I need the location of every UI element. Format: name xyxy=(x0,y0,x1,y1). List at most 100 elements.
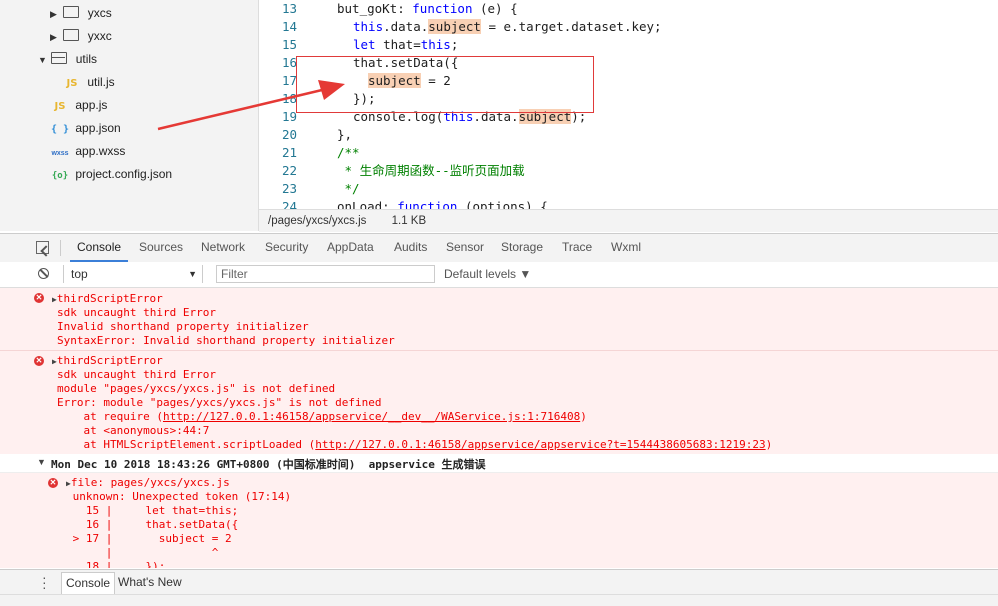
code-keyword: this xyxy=(420,37,451,52)
error-title[interactable]: ▶thirdScriptError xyxy=(52,354,163,368)
tree-item-label: app.js xyxy=(75,98,108,112)
error-line: SyntaxError: Invalid shorthand property … xyxy=(57,334,395,347)
code-line: let that=this; xyxy=(337,36,662,54)
error-text: file: pages/yxcs/yxcs.js xyxy=(70,476,230,489)
line-number: 15 xyxy=(281,37,297,52)
tab-trace[interactable]: Trace xyxy=(562,234,592,261)
code-token: onLoad: xyxy=(337,199,398,209)
expand-arrow-icon[interactable]: ▶ xyxy=(50,26,60,49)
tree-item-label: app.json xyxy=(75,121,121,135)
clear-console-icon[interactable] xyxy=(38,268,49,279)
devtools-tab-bar: Console Sources Network Security AppData… xyxy=(0,233,998,263)
ide-top-area: ▶ yxcs ▶ yxxc ▼ utils JS util.js JS app.… xyxy=(0,0,998,232)
tab-wxml[interactable]: Wxml xyxy=(611,234,641,261)
code-line: */ xyxy=(337,180,662,198)
error-line: Invalid shorthand property initializer xyxy=(57,320,309,333)
console-drawer-bar: · · · Console What's New xyxy=(0,569,998,595)
stack-link[interactable]: http://127.0.0.1:46158/appservice/appser… xyxy=(315,438,765,451)
tab-audits[interactable]: Audits xyxy=(394,234,427,261)
tab-sources[interactable]: Sources xyxy=(139,234,183,261)
code-line: this.data.subject = e.target.dataset.key… xyxy=(337,18,662,36)
expand-arrow-icon[interactable]: ▶ xyxy=(50,3,60,26)
error-line: sdk uncaught third Error xyxy=(57,368,216,381)
group-title: Mon Dec 10 2018 18:43:26 GMT+0800 (中国标准时… xyxy=(51,458,486,471)
stack-frame: at require (http://127.0.0.1:46158/appse… xyxy=(57,410,586,424)
console-error-message: ✕ ▶thirdScriptError sdk uncaught third E… xyxy=(0,288,998,351)
line-number: 14 xyxy=(281,19,297,34)
more-menu-icon[interactable]: · · · xyxy=(42,570,47,594)
code-keyword: this xyxy=(353,19,384,34)
line-number: 22 xyxy=(281,163,297,178)
collapse-arrow-icon[interactable]: ▼ xyxy=(37,457,46,467)
tree-file-app-json[interactable]: { } app.json xyxy=(50,117,121,140)
wxss-file-icon: wxss xyxy=(51,150,69,157)
editor-status-bar: /pages/yxcs/yxcs.js 1.1 KB xyxy=(259,209,998,232)
tree-file-project-config[interactable]: {o} project.config.json xyxy=(50,163,172,186)
error-line: > 17 | subject = 2 xyxy=(66,532,232,545)
error-line: Error: module "pages/yxcs/yxcs.js" is no… xyxy=(57,396,382,409)
js-file-icon: JS xyxy=(66,78,78,89)
code-token: that= xyxy=(375,37,421,52)
error-icon: ✕ xyxy=(34,293,44,303)
code-line: but_goKt: function (e) { xyxy=(337,0,662,18)
error-line: sdk uncaught third Error xyxy=(57,306,216,319)
console-error-message: ✕ ▶file: pages/yxcs/yxcs.js unknown: Une… xyxy=(0,473,998,568)
code-keyword: function xyxy=(412,1,473,16)
code-line: /** xyxy=(337,144,662,162)
inspect-element-icon[interactable] xyxy=(36,241,49,254)
log-levels-dropdown[interactable]: Default levels ▼ xyxy=(444,265,531,283)
tree-folder-yxcs[interactable]: ▶ yxcs xyxy=(50,2,112,25)
tree-file-app-wxss[interactable]: wxss app.wxss xyxy=(50,140,125,163)
code-line: }, xyxy=(337,126,662,144)
window-bottom-edge xyxy=(0,594,998,606)
code-token: .data. xyxy=(383,19,429,34)
caret-down-icon: ▼ xyxy=(188,269,197,279)
json-file-icon: { } xyxy=(50,124,70,135)
file-size: 1.1 KB xyxy=(391,215,427,227)
context-value: top xyxy=(71,267,88,281)
collapse-arrow-icon[interactable]: ▼ xyxy=(38,49,48,72)
tab-sensor[interactable]: Sensor xyxy=(446,234,484,261)
error-icon: ✕ xyxy=(48,478,58,488)
tab-storage[interactable]: Storage xyxy=(501,234,543,261)
tree-item-label: utils xyxy=(75,52,98,66)
stack-frame: at <anonymous>:44:7 xyxy=(57,424,210,437)
line-number: 19 xyxy=(281,109,297,124)
stack-text: at HTMLScriptElement.scriptLoaded ( xyxy=(57,438,316,451)
filter-input[interactable] xyxy=(216,265,435,283)
console-filter-bar: top ▼ Default levels ▼ xyxy=(0,262,998,288)
code-comment: /** xyxy=(337,145,360,160)
file-path: /pages/yxcs/yxcs.js xyxy=(268,215,367,227)
tab-console[interactable]: Console xyxy=(70,234,129,262)
file-tree: ▶ yxcs ▶ yxxc ▼ utils JS util.js JS app.… xyxy=(0,0,259,231)
annotation-box xyxy=(296,56,594,113)
console-group-header[interactable]: ▼ Mon Dec 10 2018 18:43:26 GMT+0800 (中国标… xyxy=(0,454,998,473)
line-number: 13 xyxy=(281,1,297,16)
error-title[interactable]: ▶file: pages/yxcs/yxcs.js xyxy=(66,476,230,490)
tree-item-label: util.js xyxy=(87,75,115,89)
tree-item-label: app.wxss xyxy=(75,144,126,158)
stack-link[interactable]: http://127.0.0.1:46158/appservice/__dev_… xyxy=(163,410,580,423)
context-selector[interactable]: top ▼ xyxy=(63,265,203,283)
tab-network[interactable]: Network xyxy=(201,234,245,261)
code-token: but_goKt: xyxy=(337,1,413,16)
line-number: 24 xyxy=(281,199,297,209)
tree-folder-yxxc[interactable]: ▶ yxxc xyxy=(50,25,112,48)
line-number: 17 xyxy=(281,73,297,88)
drawer-tab-console[interactable]: Console xyxy=(61,572,116,594)
tab-appdata[interactable]: AppData xyxy=(327,234,374,261)
error-line: | ^ xyxy=(66,546,219,559)
error-line: unknown: Unexpected token (17:14) xyxy=(66,490,292,503)
tree-file-util-js[interactable]: JS util.js xyxy=(62,71,115,94)
error-line: 18 | }); xyxy=(66,560,166,568)
line-number: 16 xyxy=(281,55,297,70)
tree-file-app-js[interactable]: JS app.js xyxy=(50,94,108,117)
stack-frame: at HTMLScriptElement.scriptLoaded (http:… xyxy=(57,438,772,452)
drawer-tab-whats-new[interactable]: What's New xyxy=(114,572,186,593)
code-token: (options) { xyxy=(457,199,548,209)
tree-folder-utils[interactable]: ▼ utils xyxy=(38,48,97,71)
tab-security[interactable]: Security xyxy=(265,234,308,261)
error-title[interactable]: ▶thirdScriptError xyxy=(52,292,163,306)
divider xyxy=(60,240,61,256)
console-output[interactable]: ✕ ▶thirdScriptError sdk uncaught third E… xyxy=(0,288,998,568)
